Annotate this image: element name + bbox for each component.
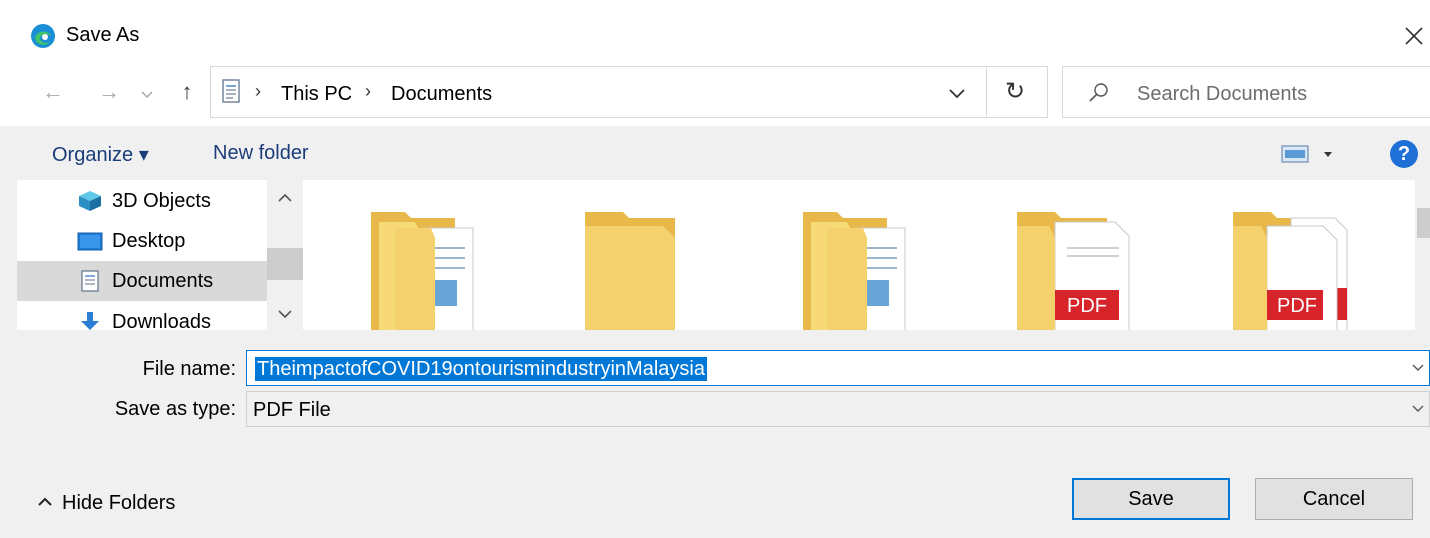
- navigation-bar: ← → ↑ › This PC › Documents ↻ Search Doc…: [0, 60, 1430, 126]
- file-list-scrollbar[interactable]: [1415, 180, 1430, 330]
- sidebar-item-label: Downloads: [112, 311, 211, 330]
- address-bar[interactable]: › This PC › Documents ↻: [210, 66, 1048, 118]
- pdf-badge: PDF: [1067, 295, 1107, 317]
- sidebar-item-label: Desktop: [112, 230, 186, 252]
- folder-icon[interactable]: PDF: [1015, 208, 1135, 330]
- scroll-up-chevron-icon[interactable]: [275, 190, 295, 206]
- forward-arrow-icon[interactable]: →: [94, 76, 124, 108]
- save-type-select[interactable]: PDF File: [246, 391, 1430, 427]
- sidebar-item-label: 3D Objects: [112, 190, 211, 212]
- back-arrow-icon[interactable]: ←: [38, 76, 68, 108]
- folder-icon[interactable]: [583, 208, 703, 330]
- breadcrumb-separator-icon: ›: [365, 81, 371, 101]
- close-icon[interactable]: [1398, 18, 1430, 52]
- refresh-icon[interactable]: ↻: [995, 75, 1035, 109]
- file-list: PDF PDF: [303, 180, 1430, 330]
- recent-locations-chevron-icon[interactable]: [140, 90, 154, 100]
- save-as-dialog: Save As ← → ↑ › This PC › Documents ↻ Se…: [0, 0, 1430, 538]
- sidebar-item-documents[interactable]: Documents: [17, 261, 267, 301]
- breadcrumb-documents[interactable]: Documents: [391, 83, 492, 106]
- desktop-icon: [77, 232, 103, 251]
- title-bar: Save As: [0, 0, 1430, 60]
- folder-icon[interactable]: [797, 208, 917, 330]
- address-dropdown-chevron-icon[interactable]: [943, 81, 971, 105]
- documents-location-icon: [222, 79, 240, 103]
- command-bar: Organize ▾ New folder ?: [0, 126, 1430, 180]
- file-name-dropdown-chevron-icon[interactable]: [1409, 359, 1427, 377]
- sidebar-item-downloads[interactable]: Downloads: [17, 302, 267, 330]
- search-input[interactable]: Search Documents: [1062, 66, 1430, 118]
- cancel-button[interactable]: Cancel: [1255, 478, 1413, 520]
- file-name-value[interactable]: TheimpactofCOVID19ontourismindustryinMal…: [255, 357, 707, 381]
- window-title: Save As: [66, 24, 140, 46]
- save-type-value: PDF File: [253, 399, 331, 421]
- breadcrumb-this-pc[interactable]: This PC: [281, 83, 352, 106]
- sidebar-item-3d-objects[interactable]: 3D Objects: [17, 181, 267, 221]
- breadcrumb-separator-icon: ›: [255, 81, 261, 101]
- save-button[interactable]: Save: [1072, 478, 1230, 520]
- navigation-pane: 3D Objects Desktop Documents Downloads: [17, 180, 303, 330]
- file-name-field[interactable]: TheimpactofCOVID19ontourismindustryinMal…: [246, 350, 1430, 386]
- search-placeholder: Search Documents: [1137, 83, 1308, 105]
- scroll-down-chevron-icon[interactable]: [275, 306, 295, 322]
- file-name-label: File name:: [142, 358, 236, 380]
- up-arrow-icon[interactable]: ↑: [172, 76, 202, 108]
- organize-button[interactable]: Organize ▾: [52, 142, 149, 167]
- pdf-badge: PDF: [1277, 295, 1317, 317]
- save-type-dropdown-chevron-icon[interactable]: [1409, 400, 1427, 418]
- search-icon: [1089, 83, 1108, 102]
- address-divider: [986, 67, 987, 117]
- sidebar-item-label: Documents: [112, 270, 214, 292]
- hide-folders-label: Hide Folders: [62, 492, 176, 514]
- change-view-icon[interactable]: [1280, 142, 1340, 166]
- hide-folders-button[interactable]: Hide Folders: [36, 492, 175, 515]
- chevron-up-icon: [38, 497, 52, 506]
- save-type-label: Save as type:: [114, 398, 236, 420]
- scrollbar-thumb[interactable]: [267, 248, 303, 280]
- edge-browser-icon: [31, 24, 55, 48]
- scrollbar-thumb[interactable]: [1417, 208, 1430, 238]
- folder-icon[interactable]: PDF: [1231, 208, 1351, 330]
- downloads-icon: [81, 312, 99, 330]
- help-icon[interactable]: ?: [1390, 140, 1418, 168]
- navigation-pane-scrollbar[interactable]: [267, 180, 303, 330]
- folder-icon[interactable]: [365, 208, 485, 330]
- 3d-objects-icon: [79, 191, 101, 211]
- documents-icon: [81, 270, 99, 292]
- new-folder-button[interactable]: New folder: [213, 142, 309, 165]
- sidebar-item-desktop[interactable]: Desktop: [17, 221, 267, 261]
